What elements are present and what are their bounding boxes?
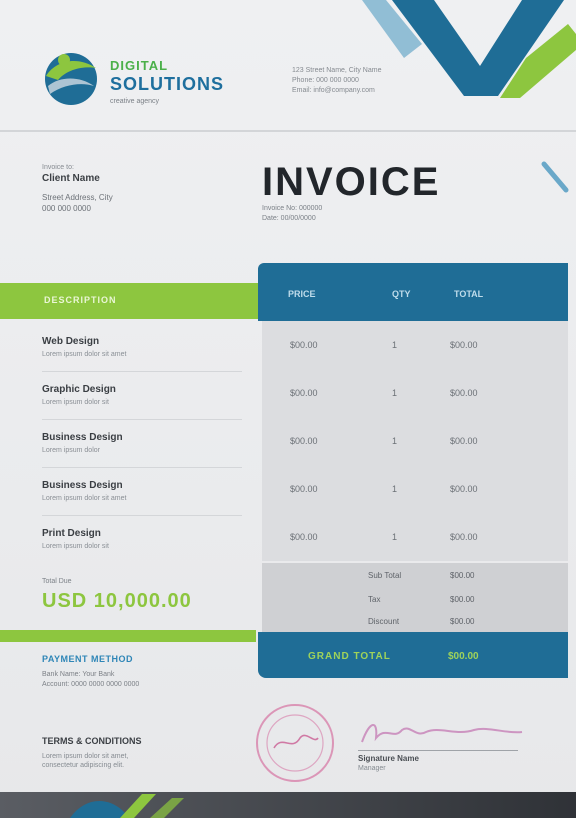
table-row: Web Design Lorem ipsum dolor sit amet $0… [0, 324, 576, 372]
terms-text: Lorem ipsum dolor sit amet, consectetur … [42, 752, 192, 770]
item-price: $00.00 [290, 340, 318, 350]
company-logo: DIGITAL SOLUTIONS creative agency [38, 46, 258, 116]
price-column-header: PRICE [288, 289, 316, 299]
company-name-line1: DIGITAL [110, 58, 169, 73]
item-price: $00.00 [290, 436, 318, 446]
discount-label: Discount [368, 617, 400, 626]
bill-to-label: Invoice to: [42, 164, 74, 171]
green-accent-bar [0, 630, 256, 642]
item-qty: 1 [392, 532, 398, 542]
subtotal-label: Sub Total [368, 571, 402, 580]
client-address-line: Street Address, City [42, 193, 113, 202]
bill-to-block: Invoice to: Client Name Street Address, … [42, 162, 222, 214]
item-name: Business Design [42, 480, 123, 491]
item-name: Graphic Design [42, 384, 116, 395]
invoice-header: DIGITAL SOLUTIONS creative agency 123 St… [0, 0, 576, 130]
item-qty: 1 [392, 388, 398, 398]
logo-icon [45, 53, 97, 105]
signature-name: Signature Name [358, 754, 419, 763]
item-price: $00.00 [290, 388, 318, 398]
item-total: $00.00 [450, 532, 478, 542]
item-desc: Lorem ipsum dolor [42, 447, 100, 454]
discount-value: $00.00 [450, 617, 475, 626]
item-name: Business Design [42, 432, 123, 443]
invoice-page: DIGITAL SOLUTIONS creative agency 123 St… [0, 0, 576, 818]
item-name: Web Design [42, 336, 100, 347]
company-name-line2: SOLUTIONS [110, 74, 225, 94]
invoice-number: Invoice No: 000000 [262, 205, 323, 212]
company-stamp [256, 704, 334, 782]
item-column-header: DESCRIPTION [44, 295, 117, 305]
payment-method-title: PAYMENT METHOD [42, 654, 134, 664]
invoice-title: INVOICE [262, 160, 441, 204]
footer-logo-graphic [70, 794, 184, 818]
tax-label: Tax [368, 595, 381, 604]
table-row: Business Design Lorem ipsum dolor $00.00… [0, 420, 576, 468]
company-tagline: creative agency [110, 98, 160, 105]
terms-line: Lorem ipsum dolor sit amet, [42, 753, 129, 760]
item-total: $00.00 [450, 340, 478, 350]
grand-total-label: GRAND TOTAL [308, 651, 391, 662]
qty-column-header: QTY [392, 289, 411, 299]
signature-role: Manager [358, 765, 386, 772]
payment-details: Bank Name: Your Bank Account: 0000 0000 … [42, 670, 139, 690]
table-row: Graphic Design Lorem ipsum dolor sit $00… [0, 372, 576, 420]
item-desc: Lorem ipsum dolor sit amet [42, 495, 127, 502]
terms-title: TERMS & CONDITIONS [42, 736, 142, 746]
client-name: Client Name [42, 173, 100, 184]
subtotal-value: $00.00 [450, 571, 475, 580]
totals-panel: Sub Total $00.00 Tax $00.00 Discount $00… [262, 563, 568, 635]
table-row: Print Design Lorem ipsum dolor sit $00.0… [0, 516, 576, 564]
item-total: $00.00 [450, 388, 478, 398]
item-qty: 1 [392, 340, 398, 350]
header-divider [0, 130, 576, 132]
item-desc: Lorem ipsum dolor sit [42, 399, 109, 406]
item-desc: Lorem ipsum dolor sit [42, 543, 109, 550]
price-header-bar: PRICE QTY TOTAL [258, 263, 568, 321]
item-price: $00.00 [290, 484, 318, 494]
signature-line [358, 750, 518, 751]
table-row: Business Design Lorem ipsum dolor sit am… [0, 468, 576, 516]
grand-total-value: $00.00 [448, 651, 479, 662]
grand-total-bar: GRAND TOTAL $00.00 [258, 632, 568, 678]
total-column-header: TOTAL [454, 289, 484, 299]
item-total: $00.00 [450, 484, 478, 494]
corner-stroke-decoration [541, 161, 569, 193]
item-qty: 1 [392, 484, 398, 494]
payment-line: Bank Name: Your Bank [42, 671, 115, 678]
signature-mark [361, 724, 523, 743]
item-price: $00.00 [290, 532, 318, 542]
item-name: Print Design [42, 528, 101, 539]
item-total: $00.00 [450, 436, 478, 446]
item-qty: 1 [392, 436, 398, 446]
invoice-meta: Invoice No: 000000 Date: 00/00/0000 [262, 204, 322, 224]
client-phone-line: 000 000 0000 [42, 204, 91, 213]
terms-line: consectetur adipiscing elit. [42, 762, 125, 769]
total-due-value: USD 10,000.00 [42, 590, 192, 612]
invoice-date: Date: 00/00/0000 [262, 215, 316, 222]
tax-value: $00.00 [450, 595, 475, 604]
brand-v-graphic [362, 0, 576, 98]
total-due-label: Total Due [42, 578, 72, 585]
payment-line: Account: 0000 0000 0000 0000 [42, 681, 140, 688]
item-desc: Lorem ipsum dolor sit amet [42, 351, 127, 358]
item-header-bar: DESCRIPTION [0, 283, 262, 319]
